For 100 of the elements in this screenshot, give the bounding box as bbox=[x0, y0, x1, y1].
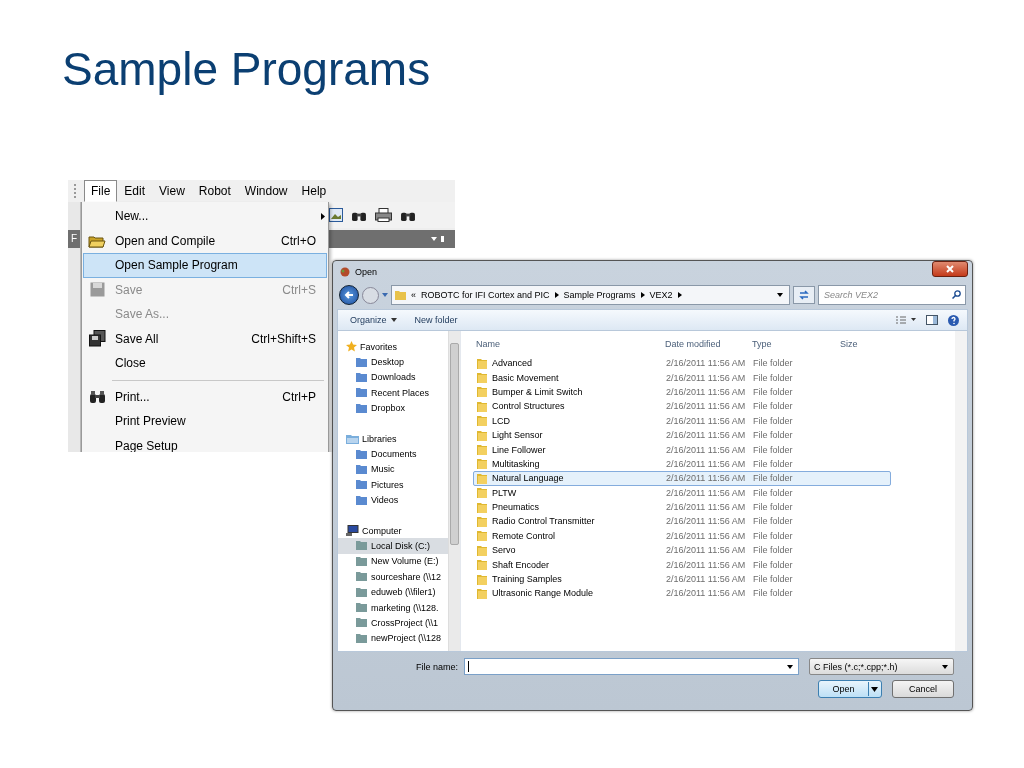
chevron-icon[interactable] bbox=[554, 292, 559, 298]
nav-item[interactable]: Local Disk (C:) bbox=[338, 538, 448, 554]
folder-icon bbox=[477, 487, 487, 499]
back-button[interactable] bbox=[339, 285, 359, 305]
nav-item[interactable]: Pictures bbox=[338, 477, 448, 493]
caret-icon[interactable] bbox=[787, 664, 793, 669]
toolbar-button[interactable]: New folder bbox=[410, 313, 462, 327]
nav-item[interactable]: newProject (\\128 bbox=[338, 630, 448, 647]
nav-group-header[interactable]: Libraries bbox=[338, 430, 448, 447]
menu-item[interactable]: Close bbox=[83, 351, 327, 376]
view-options-icon[interactable] bbox=[896, 316, 916, 324]
toolbar-button[interactable]: Organize bbox=[346, 313, 401, 327]
file-name: Bumper & Limit Switch bbox=[492, 386, 583, 397]
file-row[interactable]: Light Sensor 2/16/2011 11:56 AM File folder bbox=[473, 427, 891, 443]
chevron-icon[interactable] bbox=[640, 292, 645, 298]
column-header[interactable]: Type bbox=[752, 338, 840, 349]
shortcut-text: Ctrl+O bbox=[281, 233, 317, 248]
file-row[interactable]: Bumper & Limit Switch 2/16/2011 11:56 AM File folder bbox=[473, 384, 891, 400]
file-type: File folder bbox=[753, 401, 794, 412]
file-row[interactable]: Servo 2/16/2011 11:56 AM File folder bbox=[473, 543, 891, 558]
menu-bar-item[interactable]: Window bbox=[237, 180, 295, 202]
file-row[interactable]: Training Samples 2/16/2011 11:56 AM File folder bbox=[473, 571, 891, 587]
file-type: File folder bbox=[753, 502, 794, 513]
menu-item[interactable]: Print Preview bbox=[83, 409, 327, 434]
file-name: PLTW bbox=[492, 487, 517, 498]
chevron-icon[interactable] bbox=[677, 292, 682, 298]
help-icon[interactable] bbox=[948, 314, 959, 326]
nav-group-header[interactable]: Computer bbox=[338, 522, 448, 539]
breadcrumb-item[interactable]: VEX2 bbox=[649, 290, 673, 300]
menu-item[interactable]: Save All Ctrl+Shift+S bbox=[83, 326, 327, 351]
nav-item[interactable]: Desktop bbox=[338, 354, 448, 370]
nav-item[interactable]: marketing (\\128. bbox=[338, 599, 448, 616]
breadcrumb-item[interactable]: « bbox=[411, 290, 416, 300]
date-modified: 2/16/2011 11:56 AM bbox=[666, 516, 747, 527]
column-header[interactable]: Name bbox=[473, 338, 665, 349]
file-row[interactable]: Pneumatics 2/16/2011 11:56 AM File folder bbox=[473, 499, 891, 515]
image-icon[interactable] bbox=[329, 208, 343, 222]
cancel-button[interactable]: Cancel bbox=[892, 680, 954, 698]
file-row[interactable]: LCD 2/16/2011 11:56 AM File folder bbox=[473, 413, 891, 428]
menu-bar-item[interactable]: View bbox=[152, 180, 192, 202]
open-button[interactable]: Open bbox=[818, 680, 882, 698]
nav-item[interactable]: Documents bbox=[338, 446, 448, 462]
nav-item[interactable]: sourceshare (\\12 bbox=[338, 569, 448, 585]
file-type-dropdown[interactable]: C Files (*.c;*.cpp;*.h) bbox=[809, 658, 954, 675]
folder-icon bbox=[477, 573, 487, 585]
open-folder-icon bbox=[88, 233, 106, 248]
nav-item[interactable]: Dropbox bbox=[338, 400, 448, 416]
nav-item[interactable]: Downloads bbox=[338, 369, 448, 386]
file-row[interactable]: Shaft Encoder 2/16/2011 11:56 AM File folder bbox=[473, 557, 891, 572]
dropdown-arrow-icon[interactable] bbox=[777, 293, 783, 297]
file-row[interactable]: Natural Language 2/16/2011 11:56 AM File folder bbox=[473, 471, 891, 486]
file-row[interactable]: Line Follower 2/16/2011 11:56 AM File folder bbox=[473, 442, 891, 457]
file-row[interactable]: Basic Movement 2/16/2011 11:56 AM File folder bbox=[473, 370, 891, 385]
menu-item[interactable]: Print... Ctrl+P bbox=[83, 384, 327, 409]
scrollbar[interactable] bbox=[448, 331, 460, 651]
column-header[interactable]: Date modified bbox=[665, 338, 752, 349]
refresh-button[interactable] bbox=[793, 286, 815, 304]
nav-item[interactable]: CrossProject (\\1 bbox=[338, 615, 448, 631]
search-field[interactable]: Search VEX2 bbox=[818, 285, 966, 305]
menu-item[interactable]: Page Setup bbox=[83, 433, 327, 452]
menu-item[interactable]: New... bbox=[83, 204, 327, 229]
menu-bar-item[interactable]: Help bbox=[294, 180, 334, 202]
printer-icon[interactable] bbox=[375, 208, 392, 222]
file-type: File folder bbox=[753, 516, 794, 527]
menu-item[interactable]: Open and Compile Ctrl+O bbox=[83, 228, 327, 253]
file-row[interactable]: Multitasking 2/16/2011 11:56 AM File folder bbox=[473, 456, 891, 472]
nav-item[interactable]: New Volume (E:) bbox=[338, 553, 448, 570]
folder-icon bbox=[477, 501, 487, 513]
file-row[interactable]: Ultrasonic Range Module 2/16/2011 11:56 AM File folder bbox=[473, 586, 891, 601]
address-bar[interactable]: « ROBOTC for IFI Cortex and PIC Sample Programs VEX2 bbox=[391, 285, 790, 305]
folder-icon bbox=[356, 572, 367, 582]
menu-item[interactable]: Open Sample Program bbox=[83, 253, 327, 278]
menu-bar-item[interactable]: File bbox=[84, 180, 118, 202]
nav-item[interactable]: Music bbox=[338, 461, 448, 478]
panel-title: F bbox=[68, 230, 80, 248]
breadcrumb-item[interactable]: ROBOTC for IFI Cortex and PIC bbox=[421, 290, 550, 300]
caret-icon bbox=[942, 664, 948, 669]
nav-item[interactable]: Recent Places bbox=[338, 385, 448, 401]
date-modified: 2/16/2011 11:56 AM bbox=[666, 502, 747, 513]
file-row[interactable]: Control Structures 2/16/2011 11:56 AM File folder bbox=[473, 399, 891, 414]
scrollbar[interactable] bbox=[955, 331, 967, 651]
file-row[interactable]: PLTW 2/16/2011 11:56 AM File folder bbox=[473, 485, 891, 500]
menu-bar-item[interactable]: Edit bbox=[117, 180, 153, 202]
folder-icon bbox=[356, 495, 367, 505]
caret-icon bbox=[871, 686, 878, 692]
close-button[interactable] bbox=[932, 261, 968, 277]
nav-group-header[interactable]: Favorites bbox=[338, 339, 448, 355]
nav-item[interactable]: eduweb (\\filer1) bbox=[338, 584, 448, 600]
column-header[interactable]: Size bbox=[840, 338, 900, 349]
preview-pane-icon[interactable] bbox=[926, 315, 938, 325]
file-row[interactable]: Advanced 2/16/2011 11:56 AM File folder bbox=[473, 356, 891, 371]
nav-item[interactable]: Videos bbox=[338, 492, 448, 508]
shortcut-text: Ctrl+P bbox=[282, 389, 317, 404]
file-row[interactable]: Remote Control 2/16/2011 11:56 AM File folder bbox=[473, 528, 891, 544]
menu-bar-item[interactable]: Robot bbox=[191, 180, 238, 202]
folder-icon bbox=[356, 403, 367, 413]
breadcrumb-item[interactable]: Sample Programs bbox=[563, 290, 636, 300]
file-name-field[interactable] bbox=[464, 658, 799, 675]
date-modified: 2/16/2011 11:56 AM bbox=[666, 372, 747, 383]
file-row[interactable]: Radio Control Transmitter 2/16/2011 11:56 AM File folder bbox=[473, 514, 891, 529]
